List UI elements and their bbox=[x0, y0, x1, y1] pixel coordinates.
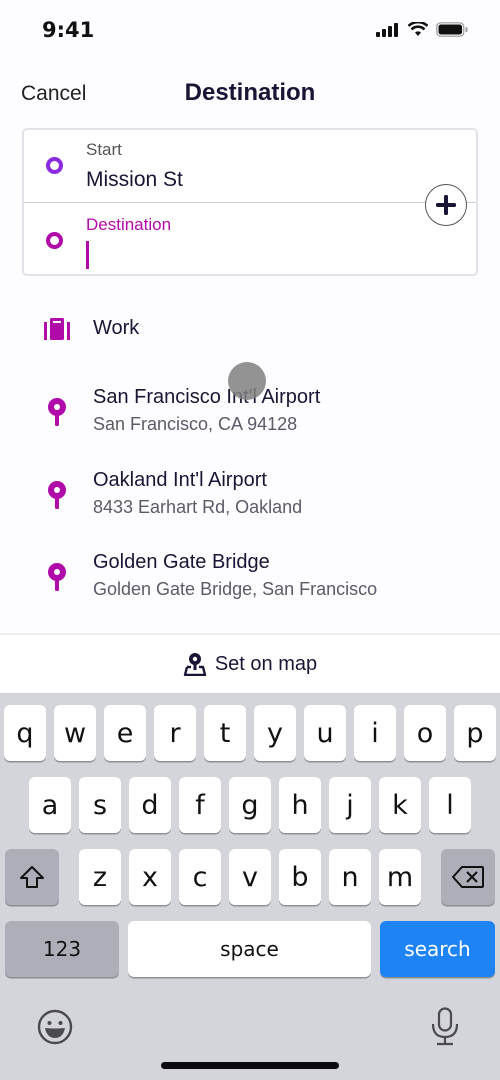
add-stop-button[interactable] bbox=[425, 184, 467, 226]
key-p[interactable]: p bbox=[454, 705, 496, 761]
map-pin-icon bbox=[48, 398, 66, 426]
numbers-key[interactable]: 123 bbox=[5, 921, 119, 977]
shift-key[interactable] bbox=[5, 849, 59, 905]
item-title: Work bbox=[93, 317, 140, 339]
start-input[interactable]: Mission St bbox=[86, 168, 183, 192]
list-item-ggb[interactable]: Golden Gate Bridge Golden Gate Bridge, S… bbox=[0, 545, 500, 615]
backspace-icon bbox=[452, 866, 484, 888]
nav-header: Cancel Destination bbox=[0, 70, 500, 120]
start-dot-icon bbox=[46, 157, 63, 174]
key-z[interactable]: z bbox=[79, 849, 121, 905]
emoji-icon[interactable] bbox=[37, 1009, 73, 1045]
key-q[interactable]: q bbox=[4, 705, 46, 761]
key-l[interactable]: l bbox=[429, 777, 471, 833]
space-key[interactable]: space bbox=[128, 921, 371, 977]
touch-indicator bbox=[228, 362, 266, 400]
home-indicator bbox=[161, 1062, 339, 1069]
destination-field[interactable]: Destination bbox=[24, 203, 476, 275]
key-n[interactable]: n bbox=[329, 849, 371, 905]
list-item-work[interactable]: Work bbox=[0, 300, 500, 360]
key-o[interactable]: o bbox=[404, 705, 446, 761]
item-title: Golden Gate Bridge bbox=[93, 551, 270, 573]
destination-label: Destination bbox=[86, 215, 172, 234]
set-on-map-label: Set on map bbox=[214, 652, 318, 675]
key-f[interactable]: f bbox=[179, 777, 221, 833]
key-k[interactable]: k bbox=[379, 777, 421, 833]
wifi-icon bbox=[408, 22, 428, 36]
set-on-map-button[interactable]: Set on map bbox=[0, 633, 500, 693]
key-e[interactable]: e bbox=[104, 705, 146, 761]
key-s[interactable]: s bbox=[79, 777, 121, 833]
battery-icon bbox=[436, 22, 468, 37]
key-t[interactable]: t bbox=[204, 705, 246, 761]
key-h[interactable]: h bbox=[279, 777, 321, 833]
shift-icon bbox=[20, 866, 44, 888]
backspace-key[interactable] bbox=[441, 849, 495, 905]
key-g[interactable]: g bbox=[229, 777, 271, 833]
key-x[interactable]: x bbox=[129, 849, 171, 905]
start-label: Start bbox=[86, 140, 122, 159]
key-j[interactable]: j bbox=[329, 777, 371, 833]
text-cursor bbox=[86, 241, 89, 269]
key-m[interactable]: m bbox=[379, 849, 421, 905]
map-pin-icon bbox=[48, 563, 66, 591]
page-title: Destination bbox=[184, 79, 316, 106]
item-title: Oakland Int'l Airport bbox=[93, 469, 267, 491]
key-d[interactable]: d bbox=[129, 777, 171, 833]
route-card: Start Mission St Destination bbox=[22, 128, 478, 276]
map-pin-icon bbox=[48, 481, 66, 509]
key-w[interactable]: w bbox=[54, 705, 96, 761]
status-time: 9:41 bbox=[42, 18, 95, 42]
key-b[interactable]: b bbox=[279, 849, 321, 905]
key-a[interactable]: a bbox=[29, 777, 71, 833]
destination-dot-icon bbox=[46, 232, 63, 249]
key-i[interactable]: i bbox=[354, 705, 396, 761]
key-r[interactable]: r bbox=[154, 705, 196, 761]
key-v[interactable]: v bbox=[229, 849, 271, 905]
item-subtitle: San Francisco, CA 94128 bbox=[93, 414, 298, 434]
item-subtitle: Golden Gate Bridge, San Francisco bbox=[93, 579, 378, 599]
plus-icon bbox=[436, 195, 456, 215]
item-title: San Francisco Int'l Airport bbox=[93, 386, 321, 408]
briefcase-icon bbox=[44, 318, 70, 340]
key-u[interactable]: u bbox=[304, 705, 346, 761]
microphone-icon[interactable] bbox=[430, 1007, 460, 1047]
map-marker-icon bbox=[183, 653, 207, 676]
cellular-signal-icon bbox=[376, 22, 398, 37]
search-key[interactable]: search bbox=[380, 921, 495, 977]
item-subtitle: 8433 Earhart Rd, Oakland bbox=[93, 497, 303, 517]
list-item-oak[interactable]: Oakland Int'l Airport 8433 Earhart Rd, O… bbox=[0, 463, 500, 533]
keyboard: qwertyuiop asdfghjkl zxcvbnm 123 space s… bbox=[0, 693, 500, 1080]
key-c[interactable]: c bbox=[179, 849, 221, 905]
start-field[interactable]: Start Mission St bbox=[24, 130, 476, 202]
key-y[interactable]: y bbox=[254, 705, 296, 761]
status-bar: 9:41 bbox=[0, 0, 500, 60]
